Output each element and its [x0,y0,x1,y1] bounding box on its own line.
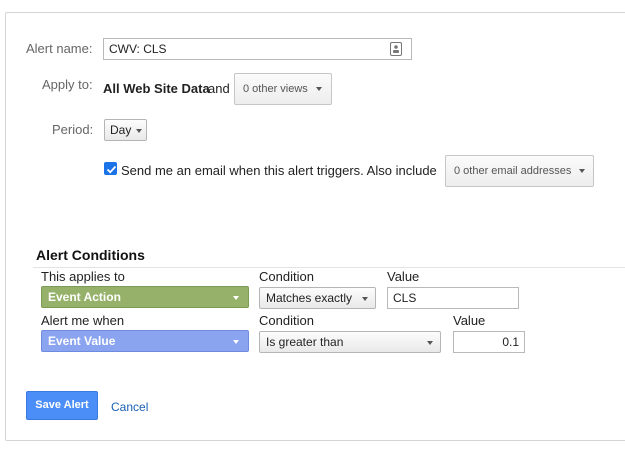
views-dropdown[interactable]: 0 other views [234,73,332,105]
dimension-value: Event Action [48,290,121,304]
metric-select[interactable]: Event Value [41,330,249,352]
period-value: Day [110,123,132,137]
caret-down-icon [233,295,239,300]
applies-to-header: This applies to [41,269,125,284]
cancel-link[interactable]: Cancel [111,400,148,414]
period-label: Period: [52,122,94,137]
alert-me-when-header: Alert me when [41,313,125,328]
checkmark-icon [106,165,117,174]
email-text: Send me an email when this alert trigger… [121,163,437,178]
value-header-2: Value [453,313,486,328]
caret-down-icon [427,340,433,345]
email-checkbox[interactable] [104,162,117,175]
caret-down-icon [579,169,586,174]
condition-value-2: Is greater than [266,335,344,349]
caret-down-icon [136,128,143,133]
metric-value: Event Value [48,334,116,348]
value-input-2[interactable] [453,331,525,353]
alert-name-input[interactable] [103,38,412,60]
condition-header-1: Condition [259,269,314,284]
alert-conditions-title: Alert Conditions [36,247,145,263]
apply-to-value: All Web Site Data [103,81,210,96]
period-dropdown[interactable]: Day [104,119,147,141]
caret-down-icon [233,339,239,344]
contact-card-icon[interactable] [390,42,402,56]
views-dropdown-label: 0 other views [243,83,308,95]
conditions-divider [33,267,625,268]
apply-to-and: and [208,81,230,96]
email-addresses-dropdown[interactable]: 0 other email addresses [445,155,594,187]
condition-header-2: Condition [259,313,314,328]
caret-down-icon [315,87,322,92]
condition-select-2[interactable]: Is greater than [259,331,441,353]
condition-select-1[interactable]: Matches exactly [259,287,376,309]
dimension-select[interactable]: Event Action [41,286,249,308]
condition-value-1: Matches exactly [266,291,353,305]
email-addresses-label: 0 other email addresses [454,165,572,177]
caret-down-icon [362,296,368,301]
value-input-1[interactable] [387,287,519,309]
apply-to-label: Apply to: [42,77,93,92]
alert-name-label: Alert name: [26,41,93,56]
value-header-1: Value [387,269,420,284]
save-alert-button[interactable]: Save Alert [26,391,98,420]
